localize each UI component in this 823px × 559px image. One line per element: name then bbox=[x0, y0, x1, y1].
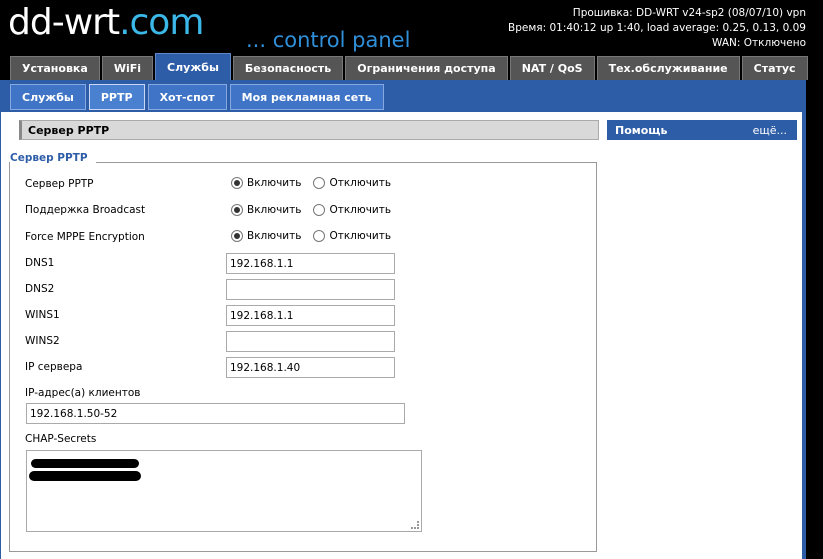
router-info: Прошивка: DD-WRT v24-sp2 (08/07/10) vpn … bbox=[508, 6, 806, 51]
tab-services[interactable]: Службы bbox=[155, 53, 231, 80]
subtab-services[interactable]: Службы bbox=[10, 84, 86, 110]
uptime: Время: 01:40:12 up 1:40, load average: 0… bbox=[508, 22, 806, 34]
wins1-input[interactable]: 192.168.1.1 bbox=[226, 305, 395, 326]
broadcast-disable-radio[interactable] bbox=[313, 204, 326, 216]
enable-label: Включить bbox=[247, 177, 302, 189]
broadcast-enable-radio[interactable] bbox=[231, 204, 243, 216]
chap-secrets-textarea[interactable] bbox=[26, 450, 422, 532]
mppe-enable-radio[interactable] bbox=[231, 230, 243, 242]
tab-administration[interactable]: Тех.обслуживание bbox=[596, 56, 740, 80]
fieldset-border bbox=[96, 162, 596, 163]
pptp-server-disable-radio[interactable] bbox=[313, 177, 326, 189]
subtab-pptp[interactable]: PPTP bbox=[88, 84, 145, 110]
help-panel: Помощь ещё... bbox=[607, 120, 797, 140]
broadcast-radios: Включить Отключить bbox=[231, 204, 403, 216]
firmware-version: Прошивка: DD-WRT v24-sp2 (08/07/10) vpn bbox=[572, 7, 806, 19]
wins2-input[interactable] bbox=[226, 331, 395, 352]
server-ip-input[interactable]: 192.168.1.40 bbox=[226, 357, 395, 378]
tab-access-restrictions[interactable]: Ограничения доступа bbox=[345, 56, 508, 80]
sub-tab-bar: Службы PPTP Хот-спот Моя рекламная сеть bbox=[0, 80, 806, 112]
tab-setup[interactable]: Установка bbox=[10, 56, 100, 80]
mppe-label: Force MPPE Encryption bbox=[25, 231, 145, 243]
redacted-line bbox=[31, 459, 139, 468]
redacted-line bbox=[29, 471, 141, 481]
wins1-label: WINS1 bbox=[25, 309, 60, 321]
dns1-label: DNS1 bbox=[25, 257, 55, 269]
subtab-ad-network[interactable]: Моя рекламная сеть bbox=[229, 84, 384, 110]
help-more-link[interactable]: ещё... bbox=[753, 124, 787, 137]
tab-nat-qos[interactable]: NAT / QoS bbox=[509, 56, 595, 80]
dns2-input[interactable] bbox=[226, 279, 395, 300]
enable-label: Включить bbox=[247, 204, 302, 216]
disable-label: Отключить bbox=[329, 204, 392, 216]
wins2-label: WINS2 bbox=[25, 335, 60, 347]
client-ip-input[interactable]: 192.168.1.50-52 bbox=[26, 403, 405, 424]
disable-label: Отключить bbox=[329, 230, 392, 242]
section-header: Сервер PPTP bbox=[19, 120, 599, 140]
logo: dd-wrt.com bbox=[8, 2, 204, 43]
dns1-input[interactable]: 192.168.1.1 bbox=[226, 253, 395, 274]
tab-wifi[interactable]: WiFi bbox=[101, 56, 154, 80]
broadcast-label: Поддержка Broadcast bbox=[25, 204, 146, 216]
pptp-server-radios: Включить Отключить bbox=[231, 177, 403, 189]
enable-label: Включить bbox=[247, 230, 302, 242]
help-title: Помощь bbox=[615, 123, 668, 137]
sub-tabs: Службы PPTP Хот-спот Моя рекламная сеть bbox=[10, 84, 384, 110]
disable-label: Отключить bbox=[329, 177, 392, 189]
chap-secrets-label: CHAP-Secrets bbox=[25, 433, 97, 445]
fieldset-legend: Сервер PPTP bbox=[10, 152, 92, 164]
pptp-server-enable-radio[interactable] bbox=[231, 177, 243, 189]
dns2-label: DNS2 bbox=[25, 283, 55, 295]
wan-status: WAN: Отключено bbox=[712, 37, 806, 49]
client-ip-label: IP-адрес(а) клиентов bbox=[25, 387, 141, 399]
tagline: ... control panel bbox=[246, 28, 411, 52]
resize-handle[interactable] bbox=[411, 521, 419, 529]
main-tabs: Установка WiFi Службы Безопасность Огран… bbox=[10, 53, 808, 80]
mppe-radios: Включить Отключить bbox=[231, 230, 403, 242]
header: dd-wrt.com ... control panel Прошивка: D… bbox=[0, 0, 823, 82]
server-ip-label: IP сервера bbox=[25, 361, 83, 373]
tab-status[interactable]: Статус bbox=[741, 56, 808, 80]
mppe-disable-radio[interactable] bbox=[313, 230, 326, 242]
tab-security[interactable]: Безопасность bbox=[232, 56, 344, 80]
subtab-hotspot[interactable]: Хот-спот bbox=[147, 84, 227, 110]
pptp-server-label: Сервер PPTP bbox=[25, 178, 94, 190]
